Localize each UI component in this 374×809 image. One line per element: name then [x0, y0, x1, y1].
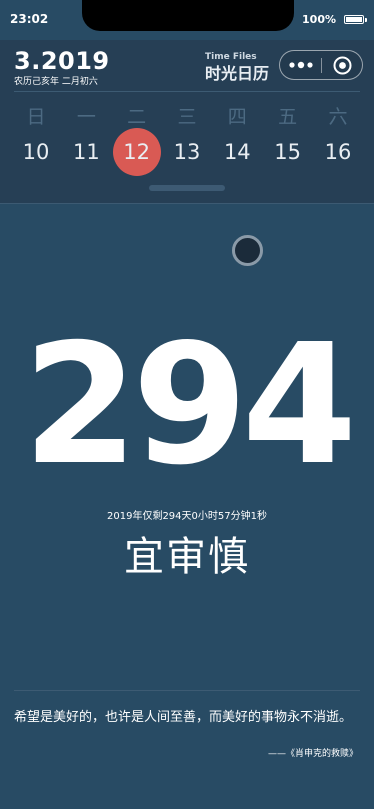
year-countdown-text: 2019年仅剩294天0小时57分钟1秒	[107, 511, 267, 522]
weekday-wed: 三	[177, 106, 197, 128]
calendar-header: 3.2019 农历己亥年 二月初六 Time Files 时光日历 日 一 二 …	[0, 40, 374, 204]
header-divider	[14, 91, 360, 92]
day-row: 10 11 12 13 14 15 16	[16, 128, 358, 176]
miniprogram-capsule	[279, 50, 363, 80]
brand-name-cn: 时光日历	[205, 64, 270, 83]
status-bar: 23:02 100%	[0, 0, 374, 40]
day-cell[interactable]: 14	[217, 130, 257, 174]
weekday-fri: 五	[278, 106, 298, 128]
current-month-year[interactable]: 3.2019	[14, 47, 110, 75]
battery-icon	[344, 15, 367, 24]
status-time: 23:02	[10, 12, 49, 26]
record-button-icon[interactable]	[232, 235, 263, 266]
quote-source: ——《肖申克的救赎》	[267, 749, 358, 759]
lunar-date: 农历己亥年 二月初六	[14, 77, 98, 87]
day-cell[interactable]: 11	[66, 130, 106, 174]
weekday-thu: 四	[227, 106, 247, 128]
daily-fortune: 宜审慎	[124, 534, 250, 580]
close-miniprogram-icon[interactable]	[333, 56, 352, 75]
day-cell[interactable]: 16	[318, 130, 358, 174]
capsule-divider	[321, 58, 322, 73]
daily-quote: 希望是美好的，也许是人间至善，而美好的事物永不消逝。	[14, 710, 353, 725]
battery-percent: 100%	[302, 13, 336, 26]
day-cell[interactable]: 13	[167, 130, 207, 174]
more-options-icon[interactable]	[288, 60, 314, 70]
device-notch	[82, 0, 294, 31]
app-screen: 23:02 100% 3.2019 农历己亥年 二月初六 Time Files …	[0, 0, 374, 809]
weekday-mon: 一	[76, 106, 96, 128]
weekday-sat: 六	[328, 106, 348, 128]
day-cell-selected[interactable]: 12	[112, 128, 161, 176]
day-cell[interactable]: 15	[268, 130, 308, 174]
weekday-row: 日 一 二 三 四 五 六	[16, 102, 358, 132]
expand-calendar-handle[interactable]	[149, 185, 225, 191]
days-remaining-number: 294	[22, 309, 358, 502]
day-cell[interactable]: 10	[16, 130, 56, 174]
quote-divider	[14, 690, 360, 691]
weekday-sun: 日	[26, 106, 46, 128]
